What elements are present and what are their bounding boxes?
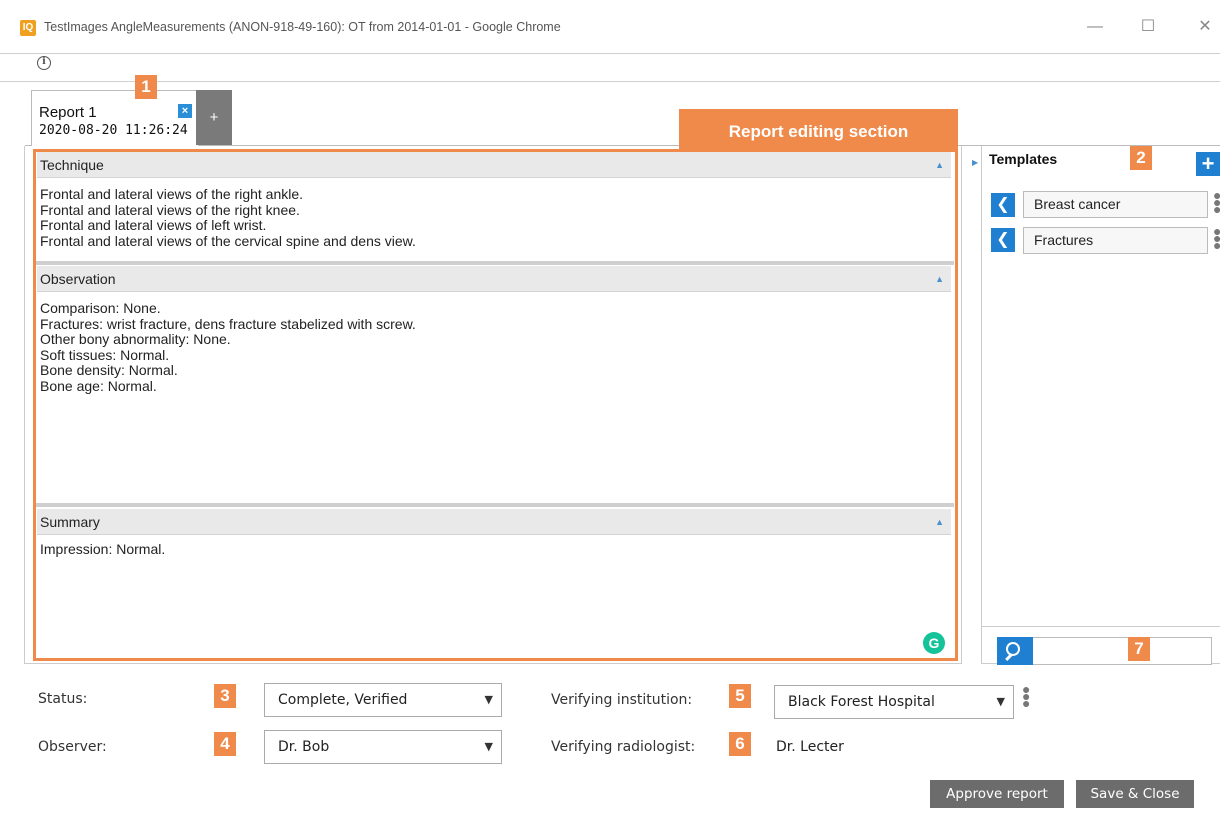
approve-report-button[interactable]: Approve report <box>930 780 1064 808</box>
grammarly-icon[interactable]: G <box>923 632 945 654</box>
section-header-observation[interactable]: Observation ▲ <box>37 266 951 292</box>
window-title: TestImages AngleMeasurements (ANON-918-4… <box>44 20 561 34</box>
verifying-institution-label: Verifying institution: <box>551 692 693 708</box>
section-title: Summary <box>40 514 100 530</box>
annotation-report-editing-section: Report editing section <box>679 109 958 149</box>
annotation-badge-6: 6 <box>729 732 751 756</box>
section-header-technique[interactable]: Technique ▲ <box>37 152 951 178</box>
verifying-radiologist-label: Verifying radiologist: <box>551 739 696 755</box>
info-icon[interactable]: i <box>37 56 51 70</box>
minimize-icon[interactable]: — <box>1080 14 1110 40</box>
search-icon[interactable] <box>997 637 1033 665</box>
annotation-badge-5: 5 <box>729 684 751 708</box>
observer-select[interactable]: Dr. Bob ▼ <box>264 730 502 764</box>
panel-splitter[interactable]: ▶ <box>969 146 981 664</box>
collapse-icon[interactable]: ▲ <box>935 509 944 535</box>
tab-report-1[interactable]: Report 1 2020-08-20 11:26:24 × <box>31 90 199 146</box>
window-titlebar: IQ TestImages AngleMeasurements (ANON-91… <box>0 0 1220 54</box>
apply-template-chevron-icon[interactable]: ❮ <box>991 228 1015 252</box>
templates-title: Templates <box>989 151 1058 167</box>
tab-report-name: Report 1 <box>39 104 97 121</box>
add-tab-button[interactable]: + <box>196 90 232 145</box>
verifying-institution-select[interactable]: Black Forest Hospital ▼ <box>774 685 1014 719</box>
annotation-badge-4: 4 <box>214 732 236 756</box>
close-icon[interactable]: ✕ <box>1190 14 1220 40</box>
observer-select-value: Dr. Bob <box>278 739 330 755</box>
verifying-radiologist-value: Dr. Lecter <box>776 739 844 755</box>
status-select-value: Complete, Verified <box>278 692 408 708</box>
templates-panel <box>981 146 1220 664</box>
chevron-down-icon: ▼ <box>484 693 493 706</box>
expand-arrow-icon[interactable]: ▶ <box>972 158 978 167</box>
annotation-badge-7: 7 <box>1128 637 1150 661</box>
template-menu-kebab-icon[interactable]: ● ● ● <box>1213 188 1220 216</box>
collapse-icon[interactable]: ▲ <box>935 266 944 292</box>
technique-text[interactable]: Frontal and lateral views of the right a… <box>40 186 948 257</box>
status-label: Status: <box>38 691 88 707</box>
chevron-down-icon: ▼ <box>996 695 1005 708</box>
tab-close-icon[interactable]: × <box>178 104 192 118</box>
annotation-badge-1: 1 <box>135 75 157 99</box>
section-title: Observation <box>40 271 116 287</box>
maximize-icon[interactable]: ☐ <box>1133 14 1163 40</box>
tab-report-date: 2020-08-20 11:26:24 <box>39 123 188 138</box>
annotation-badge-3: 3 <box>214 684 236 708</box>
observer-label: Observer: <box>38 739 107 755</box>
observation-text[interactable]: Comparison: None. Fractures: wrist fract… <box>40 300 948 501</box>
template-menu-kebab-icon[interactable]: ● ● ● <box>1213 224 1220 252</box>
status-select[interactable]: Complete, Verified ▼ <box>264 683 502 717</box>
add-template-icon[interactable]: + <box>1196 152 1220 176</box>
institution-menu-kebab-icon[interactable]: ● ● ● <box>1022 682 1030 710</box>
apply-template-chevron-icon[interactable]: ❮ <box>991 193 1015 217</box>
annotation-badge-2: 2 <box>1130 146 1152 170</box>
save-close-button[interactable]: Save & Close <box>1076 780 1194 808</box>
section-title: Technique <box>40 157 104 173</box>
section-divider[interactable] <box>36 261 954 265</box>
template-item-breast-cancer[interactable]: Breast cancer <box>1023 191 1208 218</box>
app-logo-icon: IQ <box>20 20 36 36</box>
summary-text[interactable]: Impression: Normal. <box>40 541 948 622</box>
section-divider[interactable] <box>36 503 954 507</box>
section-header-summary[interactable]: Summary ▲ <box>37 509 951 535</box>
collapse-icon[interactable]: ▲ <box>935 152 944 178</box>
address-bar <box>0 54 1220 82</box>
chevron-down-icon: ▼ <box>484 740 493 753</box>
template-item-fractures[interactable]: Fractures <box>1023 227 1208 254</box>
verifying-institution-value: Black Forest Hospital <box>788 694 935 710</box>
